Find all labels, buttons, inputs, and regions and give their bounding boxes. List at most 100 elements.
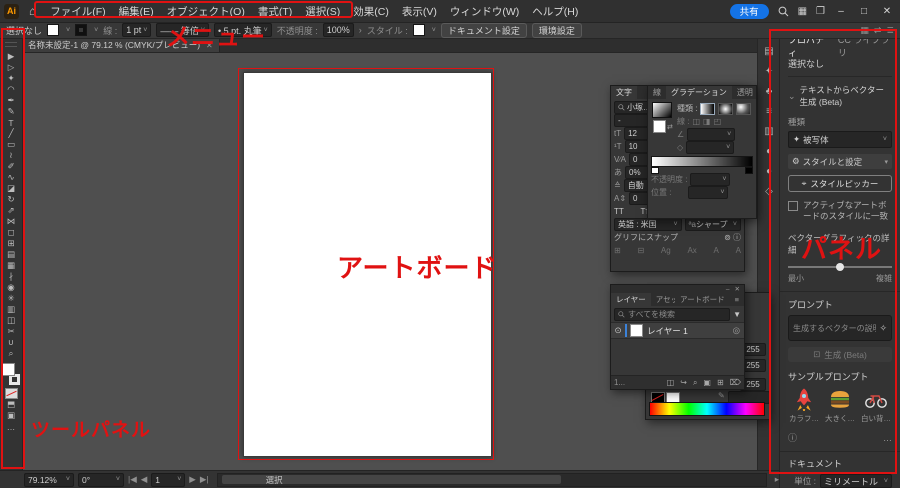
- gradient-thumbnail[interactable]: [652, 102, 672, 118]
- screen-mode-icon[interactable]: ▣: [0, 410, 22, 421]
- subject-dropdown[interactable]: ✦ 被写体 ˅: [788, 131, 892, 148]
- workspace-switcher-icon[interactable]: ❐: [816, 6, 825, 17]
- share-button[interactable]: 共有: [729, 3, 769, 19]
- match-artboard-style-checkbox[interactable]: [788, 201, 798, 211]
- rotate-tool[interactable]: ↻: [0, 194, 22, 205]
- visibility-eye-icon[interactable]: ⊙: [611, 325, 625, 336]
- scroll-right-icon[interactable]: ▸: [775, 474, 779, 485]
- clipping-mask-icon[interactable]: ◫: [667, 378, 675, 388]
- stroke-gradient-within-icon[interactable]: ◫: [692, 117, 700, 126]
- sample-prompt-hamburger[interactable]: 大きく…: [824, 387, 856, 424]
- tab-character[interactable]: 文字: [611, 86, 637, 99]
- panel-menu-icon[interactable]: ≡: [730, 293, 744, 306]
- angle-snap-icon[interactable]: A: [714, 246, 719, 255]
- collapse-panel-icon[interactable]: –: [726, 286, 730, 293]
- opacity-more-icon[interactable]: ›: [359, 25, 362, 35]
- unit-dropdown[interactable]: ミリメートル ˅: [820, 474, 892, 488]
- delete-layer-icon[interactable]: ⌦: [730, 378, 741, 388]
- new-layer-icon[interactable]: ▣: [703, 378, 711, 388]
- appearance-panel-icon[interactable]: ◇: [765, 186, 773, 197]
- menu-file[interactable]: ファイル(F): [50, 4, 105, 19]
- info-icon[interactable]: ⓘ: [788, 431, 797, 444]
- magic-wand-tool[interactable]: ✦: [0, 73, 22, 84]
- direct-selection-tool[interactable]: ▷: [0, 62, 22, 73]
- sample-prompt-bicycle[interactable]: 白い背…: [860, 387, 892, 424]
- swatches-panel-icon[interactable]: ▤: [764, 46, 773, 57]
- shape-builder-tool[interactable]: ⊞: [0, 238, 22, 249]
- gradient-tool[interactable]: ▤: [0, 249, 22, 260]
- prev-artboard-icon[interactable]: ◀: [141, 474, 148, 485]
- generate-button[interactable]: ⊡ 生成 (Beta): [788, 347, 892, 362]
- home-icon[interactable]: ⌂: [29, 4, 36, 18]
- gradient-fill-swatch[interactable]: [653, 120, 666, 133]
- selection-tool[interactable]: ▶: [0, 51, 22, 62]
- menu-select[interactable]: 選択(S): [305, 4, 340, 19]
- layer-thumbnail[interactable]: [630, 324, 643, 337]
- mesh-tool[interactable]: ▦: [0, 260, 22, 271]
- freeform-gradient-button[interactable]: [736, 102, 752, 115]
- layer-name[interactable]: レイヤー 1: [647, 325, 688, 337]
- menu-view[interactable]: 表示(V): [402, 4, 437, 19]
- free-transform-tool[interactable]: ◻: [0, 227, 22, 238]
- info-icon[interactable]: ⓘ: [733, 233, 741, 242]
- menu-effect[interactable]: 効果(C): [353, 4, 389, 19]
- target-icon[interactable]: ◎: [733, 325, 740, 336]
- horizontal-scrollbar[interactable]: 選択: [216, 472, 767, 487]
- stroke-width-field[interactable]: 1 pt ˅: [122, 23, 152, 37]
- tab-asset-export[interactable]: アセットの書き出し: [651, 293, 675, 306]
- prompt-spark-icon[interactable]: ✧: [879, 323, 887, 334]
- width-tool[interactable]: ⋈: [0, 216, 22, 227]
- menu-window[interactable]: ウィンドウ(W): [450, 4, 519, 19]
- rotation-dropdown[interactable]: 0° ˅: [78, 472, 124, 487]
- tab-layers[interactable]: レイヤー: [611, 293, 651, 306]
- fill-stroke-swatches[interactable]: [2, 363, 20, 385]
- pen-tool[interactable]: ✒: [0, 95, 22, 106]
- document-setup-button[interactable]: ドキュメント設定: [440, 22, 527, 38]
- fill-swatch[interactable]: [47, 24, 60, 36]
- snap-option-icon[interactable]: Ax: [687, 246, 696, 255]
- curvature-tool[interactable]: ✎: [0, 106, 22, 117]
- color-none-icon[interactable]: [4, 388, 18, 399]
- style-swatch[interactable]: [412, 24, 425, 36]
- first-artboard-icon[interactable]: |◀: [128, 474, 137, 485]
- gradient-slider[interactable]: [651, 156, 753, 167]
- symbols-panel-icon[interactable]: ♣: [766, 86, 773, 97]
- blend-tool[interactable]: ◉: [0, 282, 22, 293]
- drawing-mode-icon[interactable]: ⬒: [0, 399, 22, 410]
- eyedropper-tool[interactable]: ∤: [0, 271, 22, 282]
- preferences-button[interactable]: 環境設定: [531, 22, 582, 38]
- shaper-tool[interactable]: ∿: [0, 172, 22, 183]
- language-dropdown[interactable]: 英語 : 米国 ˅: [614, 218, 682, 231]
- color-guide-panel-icon[interactable]: ◐: [766, 146, 772, 157]
- color-spectrum-bar[interactable]: [649, 402, 765, 416]
- last-artboard-icon[interactable]: ▶|: [200, 474, 209, 485]
- align-icon[interactable]: ▦: [860, 25, 869, 36]
- paintbrush-tool[interactable]: ≀: [0, 150, 22, 161]
- stroke-panel-icon[interactable]: ≡: [766, 106, 772, 117]
- maximize-button[interactable]: □: [857, 6, 871, 17]
- snap-option-icon[interactable]: ⊞: [614, 246, 621, 255]
- gradient-stop-black[interactable]: [745, 167, 753, 174]
- filter-icon[interactable]: ▼: [733, 310, 741, 319]
- close-button[interactable]: ✕: [880, 6, 894, 17]
- tab-gradient[interactable]: グラデーション: [666, 86, 732, 99]
- hand-tool[interactable]: ∪: [0, 337, 22, 348]
- stroke-gradient-along-icon[interactable]: ◨: [703, 117, 711, 126]
- stroke-gradient-across-icon[interactable]: ◰: [714, 117, 722, 126]
- glyph-guide-icon[interactable]: ⊚: [724, 233, 731, 242]
- eraser-tool[interactable]: ◪: [0, 183, 22, 194]
- linear-gradient-button[interactable]: [700, 102, 716, 115]
- type-tool[interactable]: T: [0, 117, 22, 128]
- snap-option-icon[interactable]: Ag: [661, 246, 671, 255]
- chevron-down-icon[interactable]: ⌄: [788, 91, 796, 102]
- lasso-tool[interactable]: ◠: [0, 84, 22, 95]
- antialias-dropdown[interactable]: ªa シャープ ˅: [684, 218, 741, 231]
- style-settings-row[interactable]: ⚙ スタイルと設定 ▾: [788, 154, 892, 169]
- fill-proxy[interactable]: [2, 363, 15, 376]
- slice-tool[interactable]: ✂: [0, 326, 22, 337]
- rectangle-tool[interactable]: ▭: [0, 139, 22, 150]
- artboards-panel-icon[interactable]: ▥: [764, 126, 773, 137]
- menu-help[interactable]: ヘルプ(H): [532, 4, 578, 19]
- opacity-field[interactable]: 100%: [322, 23, 354, 37]
- brushes-panel-icon[interactable]: ✦: [765, 66, 773, 77]
